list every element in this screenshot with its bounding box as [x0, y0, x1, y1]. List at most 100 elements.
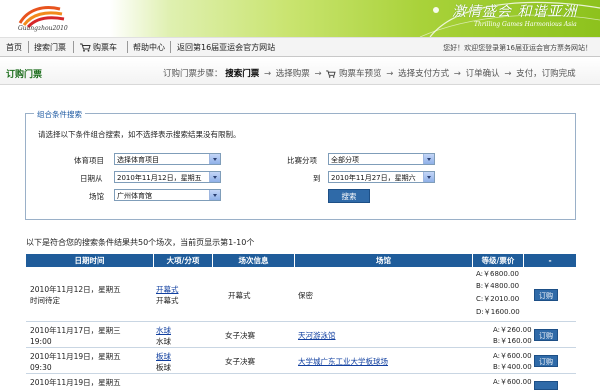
row-session: 女子决赛: [225, 331, 255, 340]
welcome-message: 您好！欢迎您登录第16届亚运会官方票务网站！: [443, 44, 592, 52]
row-subsport: 开幕式: [156, 296, 179, 305]
venue-select[interactable]: 广州体育馆: [114, 189, 221, 201]
row-sport-link[interactable]: 板球: [156, 351, 171, 362]
row-date: 2010年11月19日，星期五: [30, 352, 121, 361]
table-row: 2010年11月12日，星期五 时间待定 开幕式 开幕式 开幕式 保密 A:￥6…: [26, 267, 576, 322]
price-level: A:￥600.00: [493, 352, 532, 360]
venue-label: 场馆: [89, 192, 104, 201]
date-to-value: 2010年11月27日，星期六: [331, 174, 416, 182]
row-session: 开幕式: [228, 291, 251, 300]
sport-select-value: 选择体育项目: [117, 156, 159, 164]
step-arrow: →: [504, 69, 512, 79]
step-arrow: →: [453, 69, 461, 79]
date-to-select[interactable]: 2010年11月27日，星期六: [328, 171, 435, 183]
step-payment: 选择支付方式: [398, 69, 450, 79]
search-panel-legend: 组合条件搜索: [34, 109, 85, 120]
row-subsport: 板球: [156, 363, 171, 372]
price-level: A:￥260.00: [493, 326, 532, 334]
page-title: 订购门票: [6, 70, 43, 80]
result-summary: 以下是符合您的搜索条件结果共50个场次，当前页显示第1-10个: [26, 238, 255, 247]
row-session: 女子决赛: [225, 357, 255, 366]
step-arrow: →: [263, 69, 272, 79]
price-level: B:￥160.00: [493, 337, 532, 345]
chevron-down-icon: [209, 172, 220, 182]
step-search: 搜索门票: [225, 69, 260, 79]
sport-select[interactable]: 选择体育项目: [114, 153, 221, 165]
row-venue-link[interactable]: 大学城广东工业大学板球场: [298, 356, 388, 367]
nav-cart[interactable]: 购票车: [80, 42, 117, 53]
row-sport-link[interactable]: 开幕式: [156, 284, 179, 295]
chevron-down-icon: [423, 154, 434, 164]
date-from-select[interactable]: 2010年11月12日，星期五: [114, 171, 221, 183]
price-level: A:￥6800.00: [476, 270, 519, 278]
row-venue-link[interactable]: 天河游泳馆: [298, 330, 336, 341]
price-level: A:￥600.00: [493, 378, 532, 386]
event-label: 比赛分项: [287, 156, 317, 165]
step-cart-preview: 购票车预览: [339, 69, 382, 79]
cart-icon: [80, 43, 91, 52]
buy-button[interactable]: [534, 381, 558, 390]
step-confirm: 订单确认: [465, 69, 500, 79]
col-header-session: 场次信息: [213, 254, 295, 267]
col-header-venue: 场馆: [295, 254, 473, 267]
row-venue: 保密: [298, 291, 313, 300]
date-from-label: 日期从: [80, 174, 103, 183]
date-to-label: 到: [313, 174, 321, 183]
col-header-sport: 大项/分项: [154, 254, 213, 267]
chevron-down-icon: [209, 154, 220, 164]
table-row: 2010年11月19日，星期五 A:￥600.00: [26, 374, 576, 391]
buy-button[interactable]: 订购: [534, 355, 558, 367]
search-button[interactable]: 搜索: [328, 189, 370, 203]
step-complete: 支付，订购完成: [516, 69, 576, 79]
slogan: 激情盛会 和谐亚洲: [452, 4, 578, 20]
table-header: 日期时间 大项/分项 场次信息 场馆 等级/票价 -: [26, 254, 576, 267]
nav-cart-label: 购票车: [93, 43, 117, 52]
nav-home[interactable]: 首页: [6, 42, 22, 53]
step-bar: 订购门票 订购门票步骤： 搜索门票 → 选择购票 → 购票车预览 → 选择支付方…: [0, 58, 600, 85]
site-banner: Guangzhou2010 激情盛会 和谐亚洲 Thrilling Games …: [0, 0, 600, 37]
event-select-value: 全部分项: [331, 156, 359, 164]
venue-select-value: 广州体育馆: [117, 192, 152, 200]
price-level: B:￥400.00: [493, 363, 532, 371]
cart-icon: [326, 69, 336, 78]
purchase-steps: 订购门票步骤： 搜索门票 → 选择购票 → 购票车预览 → 选择支付方式 → 订…: [163, 67, 576, 79]
nav-divider: [170, 41, 171, 53]
row-time: 19:00: [30, 337, 52, 346]
sport-label: 体育项目: [74, 156, 104, 165]
nav-divider: [127, 41, 128, 53]
nav-official-site[interactable]: 返回第16届亚运会官方网站: [177, 42, 275, 53]
table-row: 2010年11月17日，星期三 19:00 水球 水球 女子决赛 天河游泳馆 A…: [26, 322, 576, 348]
col-header-action: -: [548, 256, 552, 265]
table-row: 2010年11月19日，星期五 09:30 板球 板球 女子决赛 大学城广东工业…: [26, 348, 576, 374]
top-nav: 首页 搜索门票 购票车 帮助中心 返回第16届亚运会官方网站 您好！欢迎您登录第…: [0, 37, 600, 57]
slogan-subtitle: Thrilling Games Harmonious Asia: [474, 21, 577, 28]
row-sport-link[interactable]: 水球: [156, 325, 171, 336]
row-time: 时间待定: [30, 296, 60, 305]
row-date: 2010年11月19日，星期五: [30, 378, 121, 387]
nav-divider: [28, 41, 29, 53]
row-time: 09:30: [30, 363, 52, 372]
row-date: 2010年11月12日，星期五: [30, 285, 121, 294]
step-arrow: →: [386, 69, 394, 79]
nav-help-center[interactable]: 帮助中心: [133, 42, 165, 53]
price-level: B:￥4800.00: [476, 282, 520, 290]
row-date: 2010年11月17日，星期三: [30, 326, 121, 335]
row-subsport: 水球: [156, 337, 171, 346]
buy-button[interactable]: 订购: [534, 329, 558, 341]
logo-text: Guangzhou2010: [18, 25, 68, 32]
price-level: D:￥1600.00: [476, 308, 520, 316]
step-arrow: →: [314, 69, 322, 79]
steps-prefix: 订购门票步骤：: [163, 69, 223, 79]
chevron-down-icon: [423, 172, 434, 182]
step-select: 选择购票: [275, 69, 310, 79]
buy-button[interactable]: 订购: [534, 289, 558, 301]
date-from-value: 2010年11月12日，星期五: [117, 174, 202, 182]
price-level: C:￥2010.00: [476, 295, 520, 303]
col-header-datetime: 日期时间: [26, 254, 154, 267]
nav-search-tickets[interactable]: 搜索门票: [34, 42, 66, 53]
nav-divider: [73, 41, 74, 53]
col-header-price: 等级/票价: [473, 254, 524, 267]
chevron-down-icon: [209, 190, 220, 200]
event-select[interactable]: 全部分项: [328, 153, 435, 165]
search-hint: 请选择以下条件组合搜索，如不选择表示搜索结果没有限制。: [38, 130, 241, 139]
